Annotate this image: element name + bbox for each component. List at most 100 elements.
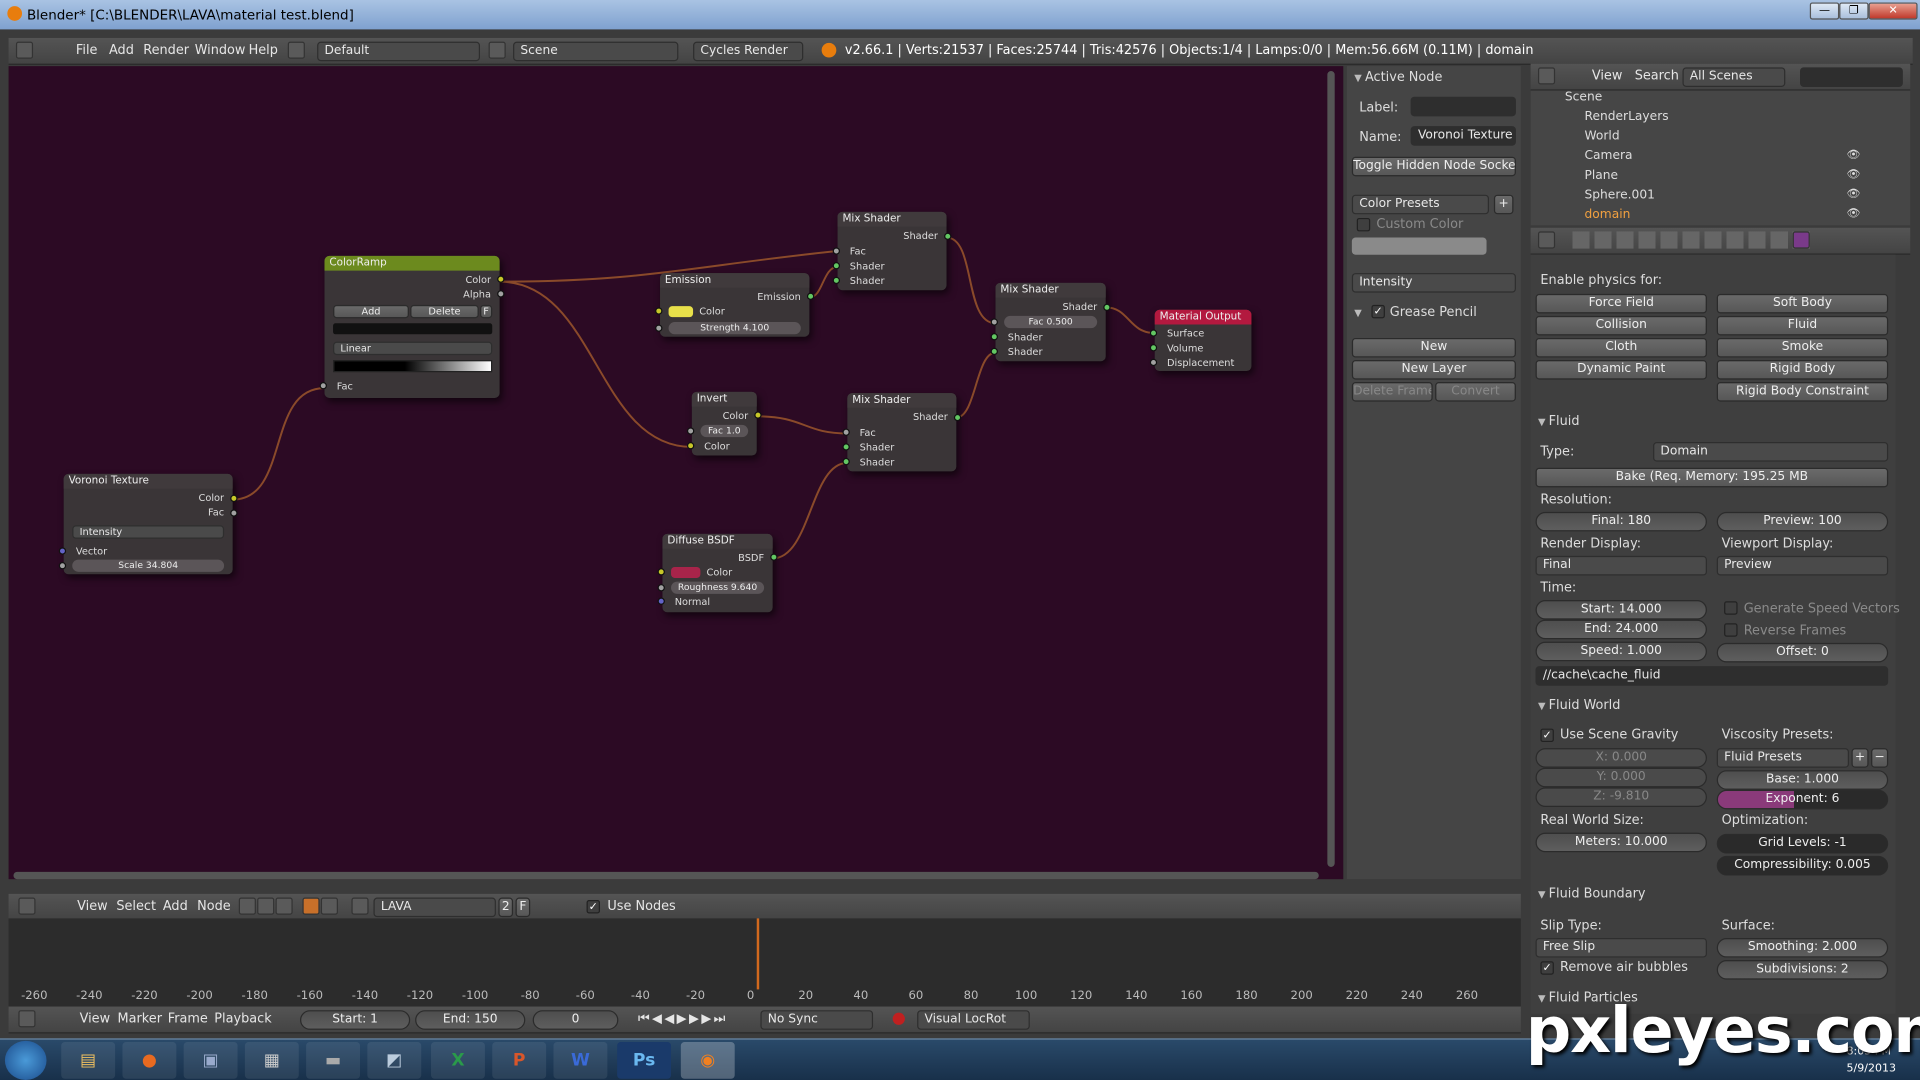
roughness-field[interactable]: Roughness 9.640: [671, 581, 765, 594]
outliner-tree[interactable]: Scene RenderLayers World Camera Plane Sp…: [1530, 90, 1911, 226]
node-vertical-scrollbar[interactable]: [1327, 71, 1335, 867]
material-name-field[interactable]: LAVA: [373, 897, 496, 918]
outliner-search-input[interactable]: [1800, 67, 1903, 87]
node-header[interactable]: Invert: [691, 391, 757, 407]
start-frame-field[interactable]: Start: 1: [300, 1010, 411, 1030]
node-horizontal-scrollbar[interactable]: [13, 871, 1319, 880]
slip-type-select[interactable]: Free Slip: [1535, 937, 1707, 958]
viscosity-exponent-slider[interactable]: Exponent: 6: [1716, 789, 1889, 810]
current-frame-field[interactable]: 0: [532, 1010, 619, 1030]
taskbar-excel-icon[interactable]: X: [431, 1042, 485, 1079]
soft-body-button[interactable]: Soft Body: [1716, 293, 1889, 314]
taskbar-notepad-icon[interactable]: ▬: [306, 1042, 361, 1079]
socket-displacement-in[interactable]: [1149, 358, 1158, 367]
layout-icon[interactable]: [287, 41, 305, 59]
socket-scale-in[interactable]: [58, 562, 67, 570]
socket-fac-in[interactable]: [990, 318, 998, 326]
record-icon[interactable]: [892, 1012, 905, 1025]
add-preset-button[interactable]: +: [1493, 194, 1514, 215]
node-header[interactable]: Mix Shader: [995, 282, 1106, 298]
socket-emission-out[interactable]: [806, 292, 815, 301]
socket-fac-out[interactable]: [230, 509, 238, 517]
ramp-delete-button[interactable]: Delete: [410, 304, 479, 319]
ramp-flip-button[interactable]: F: [480, 304, 493, 319]
socket-fac-in[interactable]: [832, 247, 841, 255]
taskbar-word-icon[interactable]: W: [553, 1042, 608, 1079]
socket-fac-in[interactable]: [686, 427, 695, 435]
fac-field[interactable]: Fac 0.500: [1004, 315, 1098, 329]
socket-color-in[interactable]: [657, 568, 665, 576]
visibility-eye-icon[interactable]: 👁: [1847, 169, 1861, 181]
editor-type-icon[interactable]: [18, 897, 36, 915]
diffuse-color-swatch[interactable]: [671, 566, 701, 578]
reverse-frames-checkbox[interactable]: [1724, 623, 1738, 637]
remove-air-bubbles-checkbox[interactable]: ✓: [1540, 961, 1554, 975]
taskbar-calculator-icon[interactable]: ▦: [244, 1042, 299, 1079]
node-editor[interactable]: ColorRamp Color Alpha Add Delete F Linea…: [8, 66, 1344, 880]
collision-button[interactable]: Collision: [1535, 315, 1707, 336]
visibility-eye-icon[interactable]: 👁: [1847, 189, 1861, 201]
outliner-item-world[interactable]: World: [1585, 130, 1620, 143]
gravity-y-field[interactable]: Y: 0.000: [1535, 767, 1707, 788]
render-engine-select[interactable]: Cycles Render: [693, 41, 804, 62]
smoke-button[interactable]: Smoke: [1716, 337, 1889, 358]
visibility-eye-icon[interactable]: 👁: [1847, 149, 1861, 161]
sync-mode-select[interactable]: No Sync: [760, 1010, 874, 1030]
scene-select[interactable]: Scene: [513, 41, 679, 62]
active-node-header[interactable]: Active Node: [1354, 70, 1442, 85]
fluid-boundary-section-header[interactable]: Fluid Boundary: [1538, 887, 1646, 902]
menu-help[interactable]: Help: [249, 43, 278, 58]
shader-type-icon[interactable]: [238, 897, 256, 915]
viewport-display-select[interactable]: Preview: [1716, 555, 1889, 576]
socket-color-out[interactable]: [497, 275, 505, 283]
current-frame-marker[interactable]: [756, 918, 760, 990]
socket-shader-out[interactable]: [1103, 303, 1111, 312]
properties-context-tabs[interactable]: [1572, 231, 1813, 249]
active-color-swatch[interactable]: [333, 323, 493, 335]
speed-field[interactable]: Speed: 1.000: [1535, 641, 1707, 662]
name-input[interactable]: Voronoi Texture: [1410, 126, 1516, 146]
visibility-eye-icon[interactable]: 👁: [1847, 208, 1861, 220]
socket-color-out[interactable]: [230, 494, 238, 503]
socket-alpha-out[interactable]: [497, 290, 505, 298]
taskbar-paint-icon[interactable]: ◩: [367, 1042, 422, 1079]
outliner-item-camera[interactable]: Camera: [1585, 149, 1633, 162]
remove-fluid-preset-button[interactable]: −: [1871, 748, 1889, 768]
taskbar-powerpoint-icon[interactable]: P: [492, 1042, 547, 1079]
scale-field[interactable]: Scale 34.804: [72, 559, 225, 572]
fluid-presets-select[interactable]: Fluid Presets: [1716, 748, 1849, 768]
keying-set-select[interactable]: Visual LocRot: [917, 1010, 1030, 1030]
grease-pencil-checkbox[interactable]: ✓: [1371, 304, 1385, 319]
cloth-button[interactable]: Cloth: [1535, 337, 1707, 358]
taskbar-photoshop-icon[interactable]: Ps: [617, 1042, 672, 1079]
menu-add[interactable]: Add: [163, 899, 188, 914]
socket-volume-in[interactable]: [1149, 344, 1158, 352]
socket-normal-in[interactable]: [657, 597, 665, 605]
render-display-select[interactable]: Final: [1535, 555, 1707, 576]
physics-tab-icon[interactable]: [1792, 231, 1810, 249]
label-input[interactable]: [1410, 96, 1516, 117]
coloring-select[interactable]: Intensity: [72, 525, 225, 539]
subdivisions-field[interactable]: Subdivisions: 2: [1716, 960, 1889, 980]
gravity-x-field[interactable]: X: 0.000: [1535, 748, 1707, 768]
bake-button[interactable]: Bake (Req. Memory: 195.25 MB: [1535, 467, 1889, 488]
node-mix-shader[interactable]: Mix Shader Shader Fac Shader Shader: [832, 211, 952, 291]
node-header[interactable]: Voronoi Texture: [63, 473, 233, 489]
time-start-field[interactable]: Start: 14.000: [1535, 600, 1707, 620]
maximize-button[interactable]: ❐: [1839, 2, 1869, 20]
compositing-type-icon[interactable]: [275, 897, 293, 915]
custom-color-swatch[interactable]: [1351, 237, 1487, 255]
new-layer-button[interactable]: New Layer: [1351, 360, 1516, 380]
outliner-item-plane[interactable]: Plane: [1585, 169, 1619, 182]
socket-shader-in[interactable]: [842, 443, 850, 451]
rigid-body-constraint-button[interactable]: Rigid Body Constraint: [1716, 382, 1889, 402]
outliner-item-scene[interactable]: Scene: [1565, 91, 1602, 104]
use-scene-gravity-checkbox[interactable]: ✓: [1540, 728, 1554, 743]
gravity-z-field[interactable]: Z: -9.810: [1535, 787, 1707, 807]
socket-color-in[interactable]: [686, 442, 695, 450]
add-fluid-preset-button[interactable]: +: [1851, 748, 1869, 768]
force-field-button[interactable]: Force Field: [1535, 293, 1707, 314]
interpolation-select[interactable]: Linear: [333, 341, 493, 356]
socket-fac-in[interactable]: [842, 428, 850, 436]
material-browse-icon[interactable]: [351, 897, 369, 915]
